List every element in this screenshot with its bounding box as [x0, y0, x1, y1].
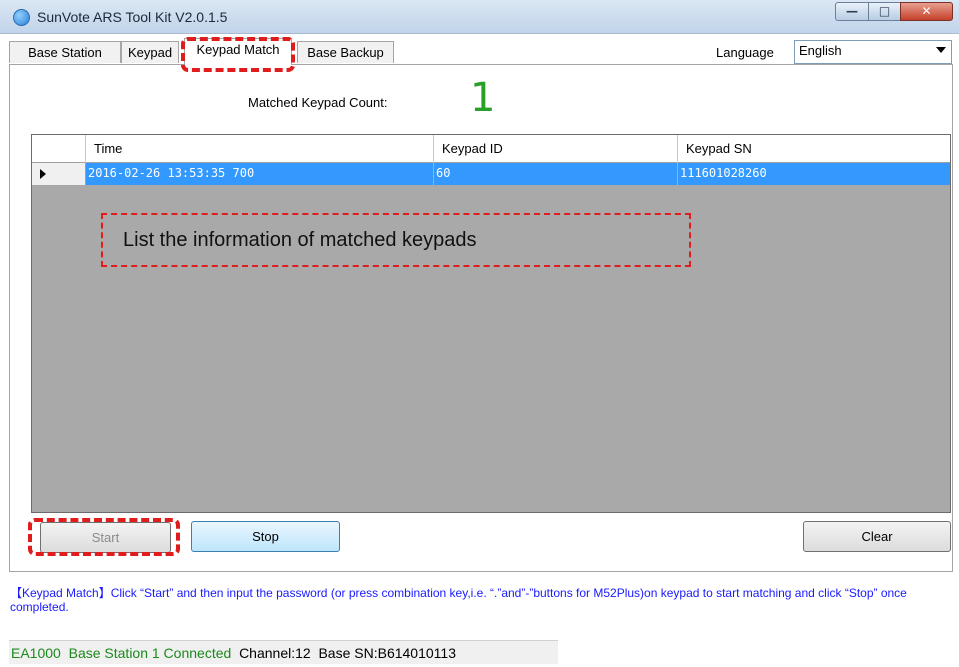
- table-header: Time Keypad ID Keypad SN: [32, 135, 950, 163]
- annotation-callout: List the information of matched keypads: [101, 213, 691, 267]
- minimize-icon: —: [846, 4, 858, 18]
- header-corner: [32, 135, 86, 163]
- maximize-button[interactable]: □: [868, 2, 901, 21]
- highlight-start-button: [28, 518, 180, 556]
- window-title: SunVote ARS Tool Kit V2.0.1.5: [37, 9, 228, 25]
- minimize-button[interactable]: —: [835, 2, 869, 21]
- tab-keypad[interactable]: Keypad: [121, 41, 179, 63]
- status-channel: Channel:12: [239, 645, 311, 661]
- close-icon: ✕: [921, 4, 932, 18]
- column-header-keypad-sn[interactable]: Keypad SN: [678, 135, 950, 163]
- row-header[interactable]: [32, 163, 86, 185]
- annotation-text: List the information of matched keypads: [123, 229, 477, 251]
- clear-button[interactable]: Clear: [803, 521, 951, 552]
- column-header-keypad-id[interactable]: Keypad ID: [434, 135, 678, 163]
- language-select[interactable]: English: [794, 40, 952, 64]
- cell-keypad-id[interactable]: 60: [434, 163, 678, 185]
- language-selected-value: English: [799, 43, 842, 58]
- highlight-keypad-match-tab: [181, 37, 295, 72]
- chevron-down-icon: [936, 47, 946, 53]
- app-icon: [13, 9, 30, 26]
- matched-count-label: Matched Keypad Count:: [248, 95, 388, 110]
- status-base-sn: Base SN:B614010113: [318, 645, 456, 661]
- cell-keypad-sn[interactable]: 111601028260: [678, 163, 950, 185]
- stop-button[interactable]: Stop: [191, 521, 340, 552]
- status-bar: EA1000 Base Station 1 Connected Channel:…: [9, 640, 558, 664]
- tab-base-backup[interactable]: Base Backup: [297, 41, 394, 63]
- column-header-time[interactable]: Time: [86, 135, 434, 163]
- instruction-text: 【Keypad Match】Click “Start” and then inp…: [10, 586, 907, 614]
- maximize-icon: □: [878, 4, 891, 18]
- cell-time[interactable]: 2016-02-26 13:53:35 700: [86, 163, 434, 185]
- current-row-arrow-icon: [40, 169, 46, 179]
- matched-count-value: 1: [470, 75, 496, 121]
- status-device: EA1000: [11, 645, 61, 661]
- language-label: Language: [716, 45, 774, 60]
- close-button[interactable]: ✕: [900, 2, 953, 21]
- tab-base-station[interactable]: Base Station: [9, 41, 121, 63]
- status-connection: Base Station 1 Connected: [68, 645, 232, 661]
- matched-keypads-table: Time Keypad ID Keypad SN 2016-02-26 13:5…: [31, 134, 951, 513]
